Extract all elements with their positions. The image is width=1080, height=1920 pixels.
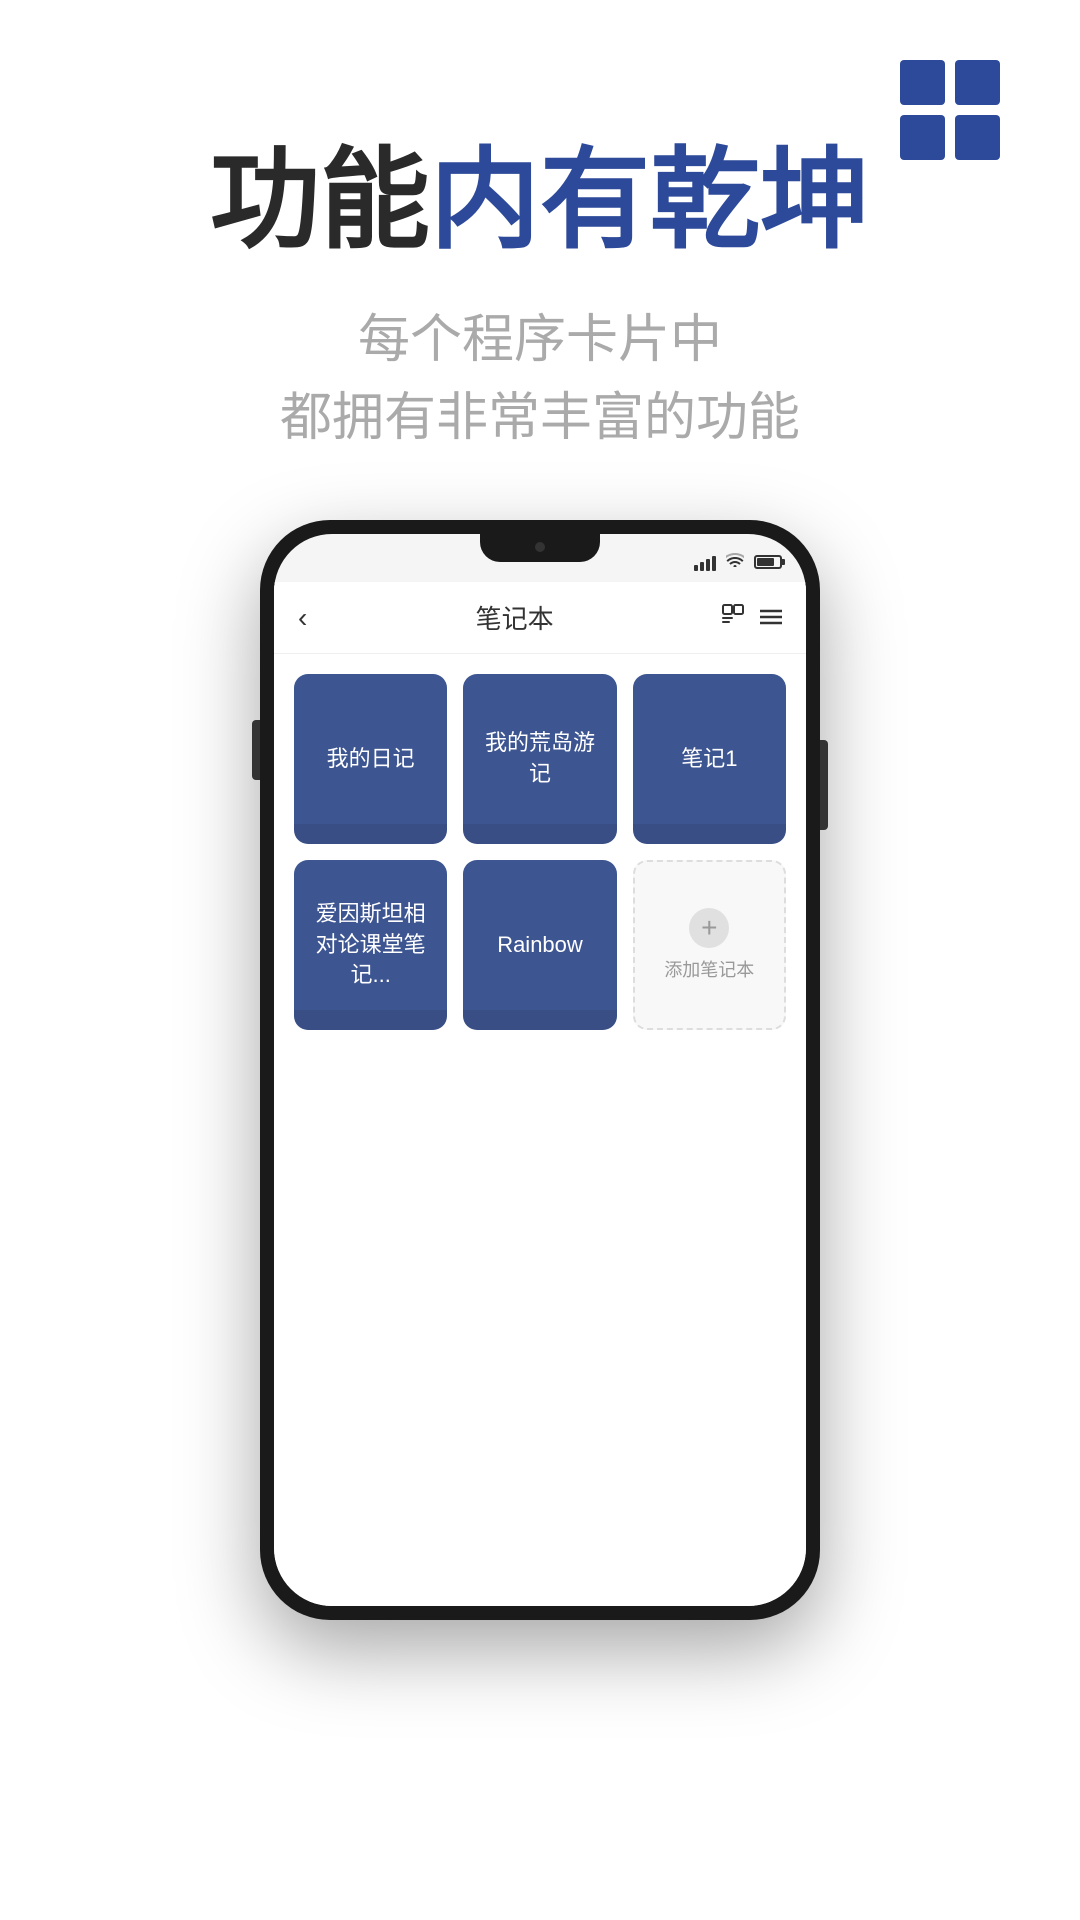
- signal-icon: [694, 553, 716, 571]
- layout-icon[interactable]: [722, 604, 744, 632]
- notebook-card-4[interactable]: 爱因斯坦相对论课堂笔记...: [294, 860, 447, 1030]
- notebook-card-3[interactable]: 笔记1: [633, 674, 786, 844]
- add-label: 添加笔记本: [664, 956, 754, 982]
- notebook-card-5[interactable]: Rainbow: [463, 860, 616, 1030]
- app-title: 笔记本: [476, 599, 554, 636]
- notebook-card-1[interactable]: 我的日记: [294, 674, 447, 844]
- hero-section: 功能内有乾坤 每个程序卡片中 都拥有非常丰富的功能: [0, 140, 1080, 457]
- menu-icon[interactable]: [760, 605, 782, 631]
- hero-subtitle-line1: 每个程序卡片中: [60, 301, 1020, 379]
- hero-subtitle: 每个程序卡片中 都拥有非常丰富的功能: [60, 301, 1020, 457]
- notebook-title-4: 爱因斯坦相对论课堂笔记...: [310, 899, 431, 991]
- phone-notch: [480, 534, 600, 562]
- notebook-title-2: 我的荒岛游记: [479, 728, 600, 790]
- camera-dot: [535, 542, 545, 552]
- notebook-title-5: Rainbow: [497, 930, 583, 961]
- battery-icon: [754, 555, 782, 569]
- notebook-title-1: 我的日记: [327, 744, 415, 775]
- phone-mockup: ‹ 笔记本: [260, 520, 820, 1720]
- header-icons: [722, 604, 782, 632]
- notebook-card-2[interactable]: 我的荒岛游记: [463, 674, 616, 844]
- logo-square-tr: [955, 60, 1000, 105]
- hero-title-black: 功能: [210, 139, 430, 262]
- app-header: ‹ 笔记本: [274, 582, 806, 654]
- phone-inner: ‹ 笔记本: [274, 534, 806, 1606]
- logo-square-tl: [900, 60, 945, 105]
- wifi-icon: [726, 553, 744, 572]
- phone-outer: ‹ 笔记本: [260, 520, 820, 1620]
- hero-subtitle-line2: 都拥有非常丰富的功能: [60, 379, 1020, 457]
- hero-title: 功能内有乾坤: [60, 140, 1020, 261]
- add-notebook-button[interactable]: + 添加笔记本: [633, 860, 786, 1030]
- hero-title-blue: 内有乾坤: [430, 139, 870, 262]
- notebook-title-3: 笔记1: [681, 744, 737, 775]
- back-button[interactable]: ‹: [298, 602, 307, 634]
- app-content: ‹ 笔记本: [274, 582, 806, 1606]
- notebook-grid: 我的日记 我的荒岛游记 笔记1 爱因斯坦相对论课堂笔记... Rainbow: [274, 654, 806, 1050]
- add-icon: +: [689, 908, 729, 948]
